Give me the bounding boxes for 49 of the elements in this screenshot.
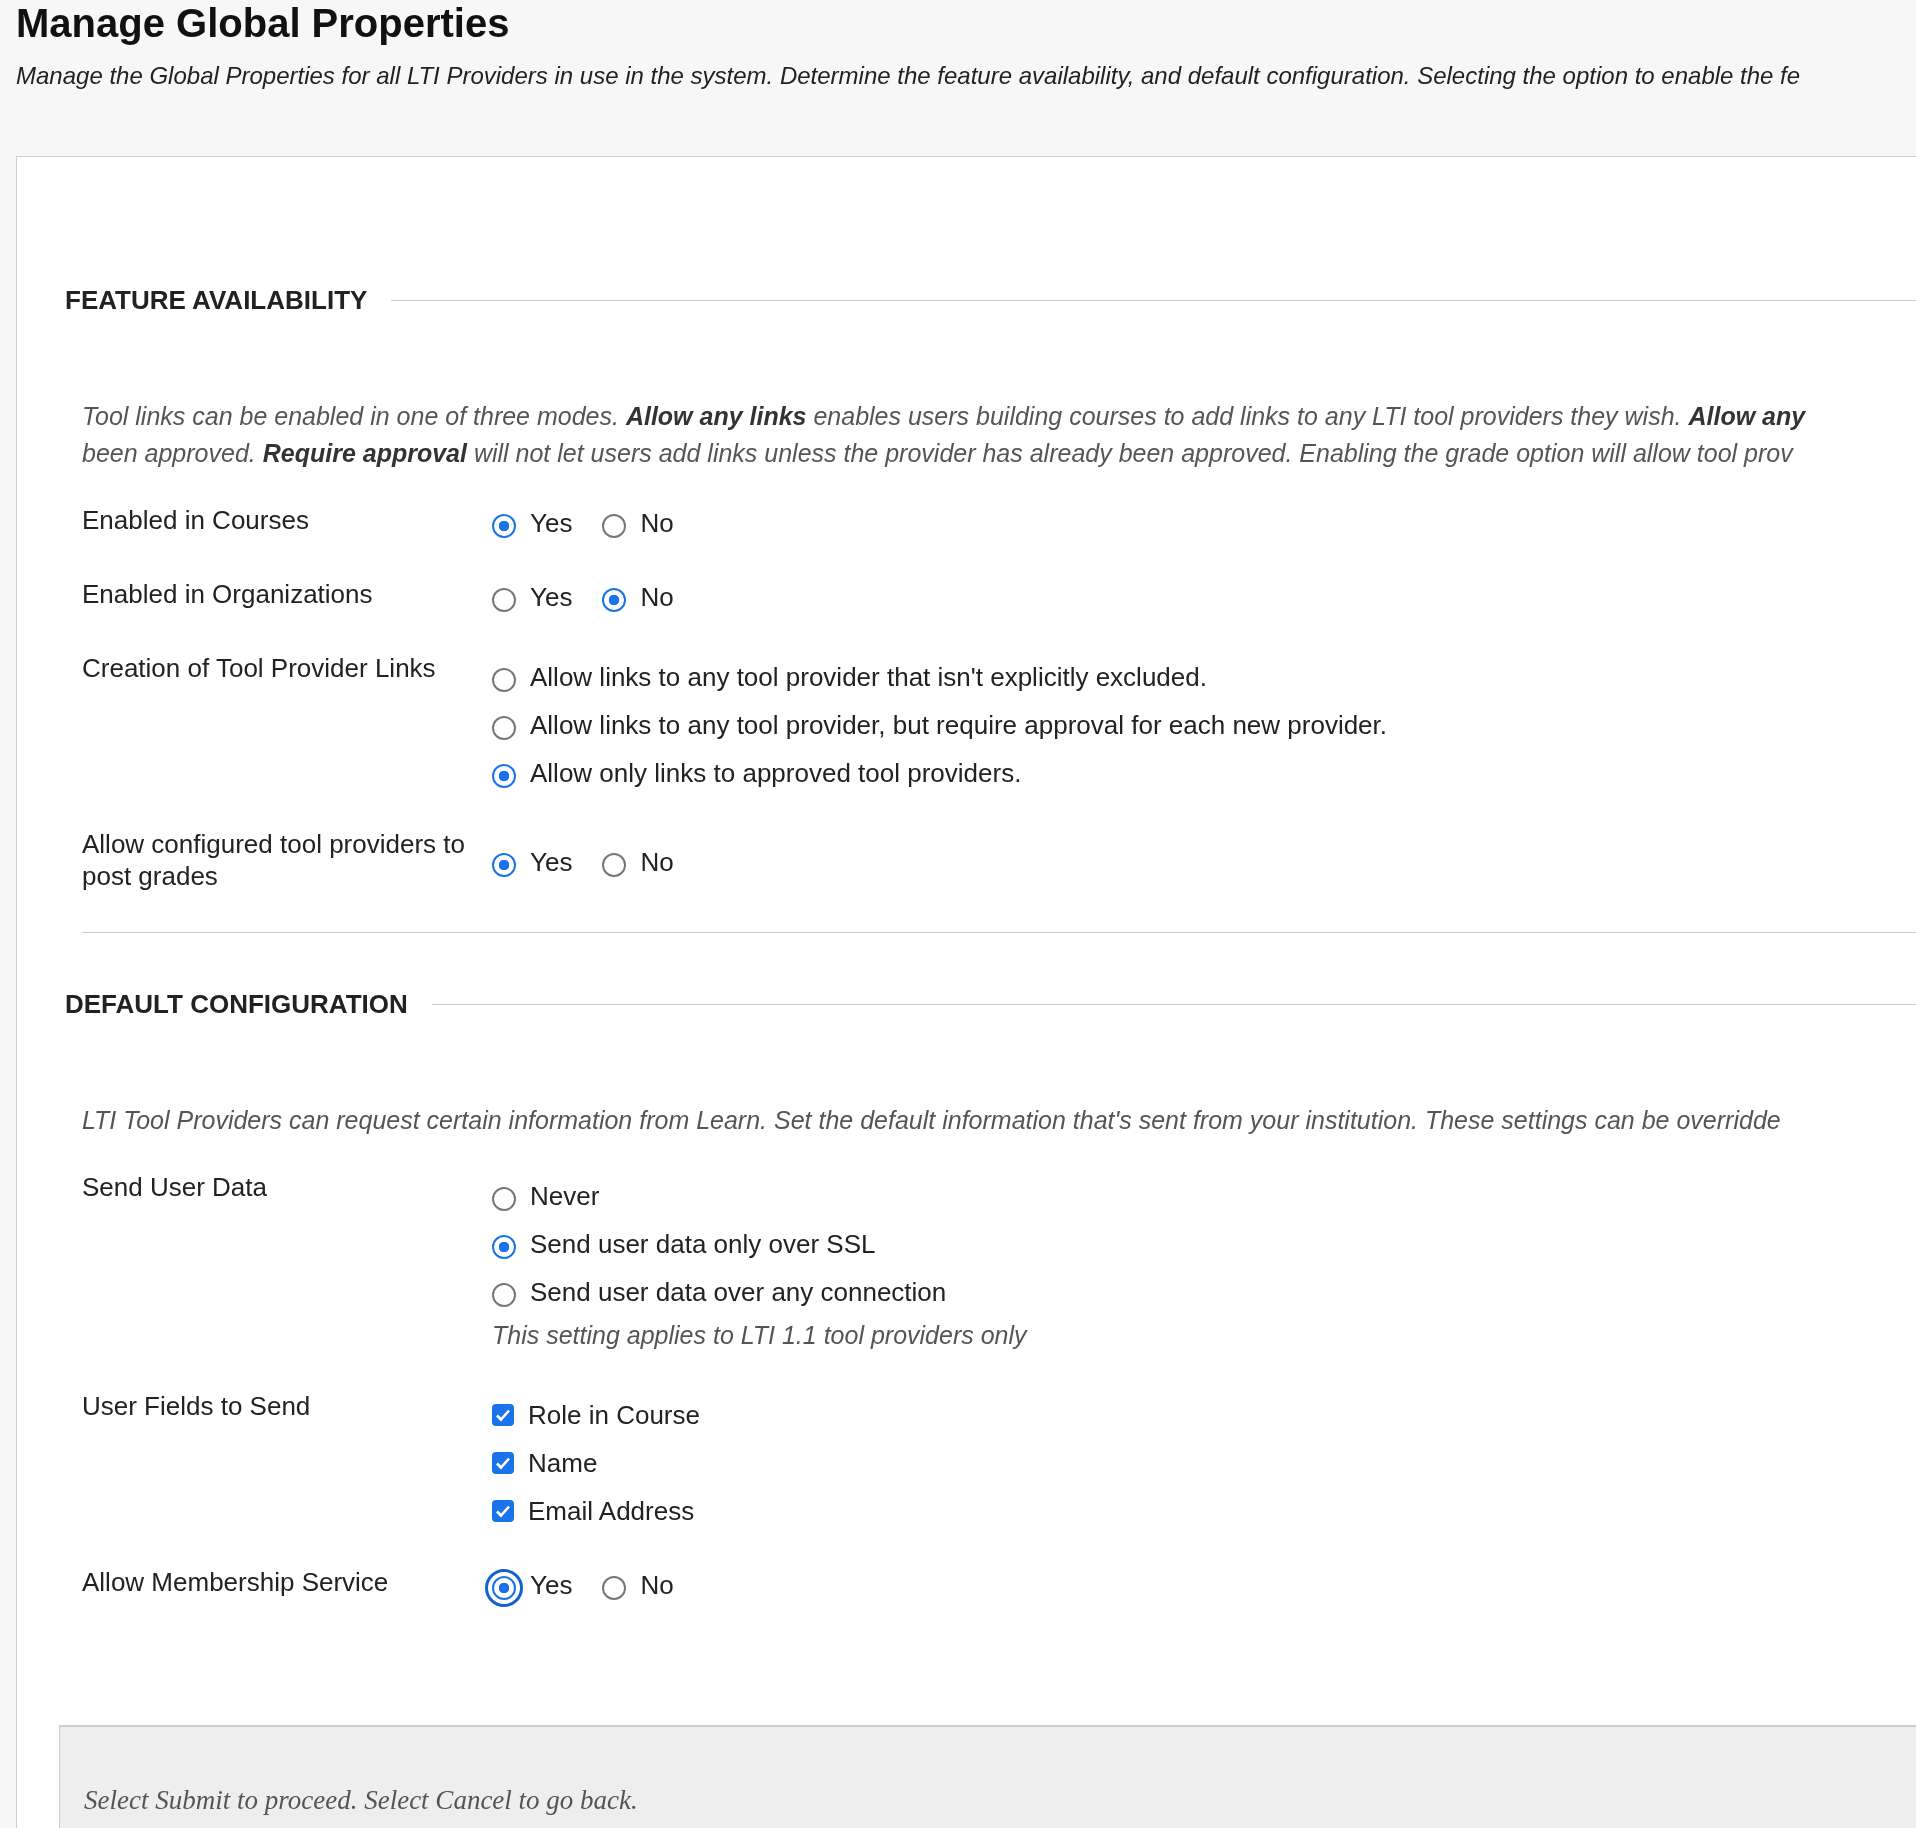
field-note: This setting applies to LTI 1.1 tool providers only [492,1321,1027,1350]
option-label: Send user data over any connection [530,1277,947,1307]
option-label: Name [528,1448,598,1478]
option-label: Yes [530,847,573,877]
checkbox[interactable] [492,1500,514,1522]
option-label: Role in Course [528,1400,700,1430]
radio-button[interactable] [602,853,627,877]
radio-button[interactable] [492,514,516,538]
section-description: Tool links can be enabled in one of three modes. Allow any links enables users building courses to add links to any LTI tool providers they wish. Allow any [82,402,1807,431]
option-label: Allow only links to approved tool providers. [530,758,1022,788]
checkbox[interactable] [492,1452,514,1474]
option-label: Email Address [528,1496,695,1526]
field-label: Allow Membership Service [82,1566,389,1598]
option-label: Send user data only over SSL [530,1229,876,1259]
section-heading: DEFAULT CONFIGURATION [65,989,408,1020]
checkbox[interactable] [492,1404,514,1426]
radio-button[interactable] [492,853,516,877]
option-label: Allow links to any tool provider, but require approval for each new provider. [530,710,1388,740]
field-label: User Fields to Send [82,1390,311,1422]
section-description: been approved. Require approval will not let users add links unless the provider has already been approved. Enabling the grade option will allow tool prov [82,439,1795,468]
option-label: No [640,1570,674,1600]
radio-button[interactable] [492,1283,516,1307]
field-label: Enabled in Organizations [82,578,373,610]
section-heading: FEATURE AVAILABILITY [65,285,368,316]
option-label: Yes [530,582,573,612]
radio-button[interactable] [492,668,516,692]
radio-button[interactable] [492,1235,516,1259]
radio-button[interactable] [492,588,516,612]
field-label: Enabled in Courses [82,504,309,536]
option-label: No [640,582,674,612]
radio-button[interactable] [602,514,627,538]
option-label: No [640,508,674,538]
option-label: Never [530,1181,600,1211]
field-label: Allow configured tool providers to post grades [82,828,466,892]
radio-button[interactable] [492,1187,516,1211]
option-label: Yes [530,508,573,538]
radio-button[interactable] [602,1576,627,1600]
section-description: LTI Tool Providers can request certain information from Learn. Set the default information that's sent from your institution. These settings can be overridde [82,1106,1782,1135]
radio-button[interactable] [492,764,516,788]
field-label: Send User Data [82,1171,267,1203]
radio-button[interactable] [492,716,516,740]
page-description: Manage the Global Properties for all LTI Providers in use in the system. Determine the feature availability, and default configuration. Selecting the option to enable the fe [15,61,1801,90]
field-label: Creation of Tool Provider Links [82,652,436,684]
option-label: Allow links to any tool provider that isn't explicitly excluded. [530,662,1207,692]
radio-button[interactable] [602,588,627,612]
submit-hint: Select Submit to proceed. Select Cancel to go back. [84,1785,638,1815]
option-label: No [640,847,674,877]
page-title: Manage Global Properties [15,0,510,46]
option-label: Yes [530,1570,573,1600]
